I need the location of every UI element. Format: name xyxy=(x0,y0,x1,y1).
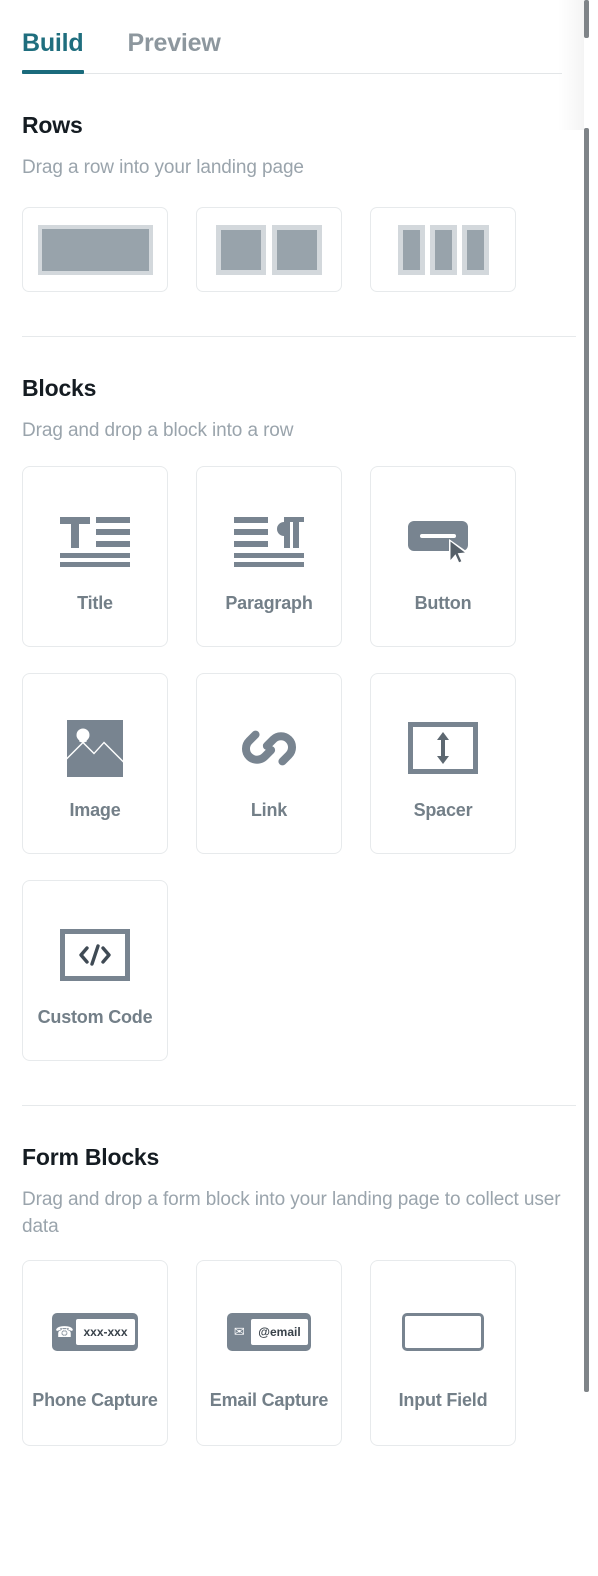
form-blocks-section-title: Form Blocks xyxy=(22,1144,160,1171)
form-blocks-list: ☎ xxx-xxx Phone Capture ✉ @email Email C… xyxy=(22,1259,576,1446)
two-column-preview-icon xyxy=(216,224,322,275)
email-capture-icon: ✉ @email xyxy=(227,1293,311,1371)
rows-section-subtitle: Drag a row into your landing page xyxy=(22,157,304,178)
form-block-phone-capture[interactable]: ☎ xxx-xxx Phone Capture xyxy=(22,1259,168,1446)
tab-preview[interactable]: Preview xyxy=(128,29,221,74)
form-block-label: Phone Capture xyxy=(32,1390,158,1411)
block-title[interactable]: Title xyxy=(22,466,168,648)
blocks-section-title: Blocks xyxy=(22,375,97,402)
block-custom-code[interactable]: Custom Code xyxy=(22,880,168,1062)
paragraph-icon xyxy=(232,498,306,584)
form-block-label: Email Capture xyxy=(209,1390,329,1411)
landing-page-builder-panel: Build Preview Rows Drag a row into your … xyxy=(0,0,598,1576)
block-label: Link xyxy=(250,800,288,821)
form-block-email-capture[interactable]: ✉ @email Email Capture xyxy=(196,1259,342,1446)
form-block-label: Input Field xyxy=(398,1390,488,1411)
title-icon xyxy=(58,498,132,584)
block-label: Title xyxy=(77,593,113,614)
block-label: Button xyxy=(414,593,472,614)
form-block-input-field[interactable]: Input Field xyxy=(370,1259,516,1446)
spacer-icon xyxy=(408,705,478,791)
block-label: Image xyxy=(69,800,121,821)
rows-section-header: Rows Drag a row into your landing page xyxy=(22,74,576,181)
form-blocks-section: Form Blocks Drag and drop a form block i… xyxy=(0,1106,598,1446)
link-icon xyxy=(240,705,298,791)
scrollbar-thumb[interactable] xyxy=(584,38,589,128)
blocks-section: Blocks Drag and drop a block into a row … xyxy=(0,337,598,1062)
builder-tabs: Build Preview xyxy=(0,0,598,74)
scrollbar-track-top[interactable] xyxy=(584,0,589,38)
tab-build[interactable]: Build xyxy=(22,29,84,74)
row-layout-list xyxy=(22,207,576,293)
vertical-scrollbar[interactable] xyxy=(584,0,589,1392)
phone-capture-icon: ☎ xxx-xxx xyxy=(52,1293,138,1371)
email-chip-text: @email xyxy=(251,1319,308,1346)
scrollbar-track-main[interactable] xyxy=(584,128,589,1392)
block-label: Spacer xyxy=(413,800,473,821)
row-three-column[interactable] xyxy=(370,207,516,293)
three-column-preview-icon xyxy=(397,224,489,275)
form-blocks-section-subtitle: Drag and drop a form block into your lan… xyxy=(22,1189,561,1237)
row-two-column[interactable] xyxy=(196,207,342,293)
blocks-section-subtitle: Drag and drop a block into a row xyxy=(22,420,294,442)
input-field-icon xyxy=(402,1293,484,1371)
phone-chip-text: xxx-xxx xyxy=(76,1319,135,1346)
blocks-section-header: Blocks Drag and drop a block into a row xyxy=(22,337,576,444)
block-spacer[interactable]: Spacer xyxy=(370,673,516,855)
block-label: Custom Code xyxy=(37,1007,153,1028)
block-label: Paragraph xyxy=(225,593,313,614)
image-icon xyxy=(66,705,124,791)
block-button[interactable]: Button xyxy=(370,466,516,648)
form-blocks-section-header: Form Blocks Drag and drop a form block i… xyxy=(22,1106,576,1239)
block-link[interactable]: Link xyxy=(196,673,342,855)
button-icon xyxy=(407,498,479,584)
blocks-list: Title Paragraph Button Image Link Spacer… xyxy=(22,466,576,1062)
row-one-column[interactable] xyxy=(22,207,168,293)
rows-section-title: Rows xyxy=(22,112,83,138)
one-column-preview-icon xyxy=(37,224,153,275)
custom-code-icon xyxy=(60,912,130,998)
block-paragraph[interactable]: Paragraph xyxy=(196,466,342,648)
rows-section: Rows Drag a row into your landing page xyxy=(0,74,598,293)
block-image[interactable]: Image xyxy=(22,673,168,855)
